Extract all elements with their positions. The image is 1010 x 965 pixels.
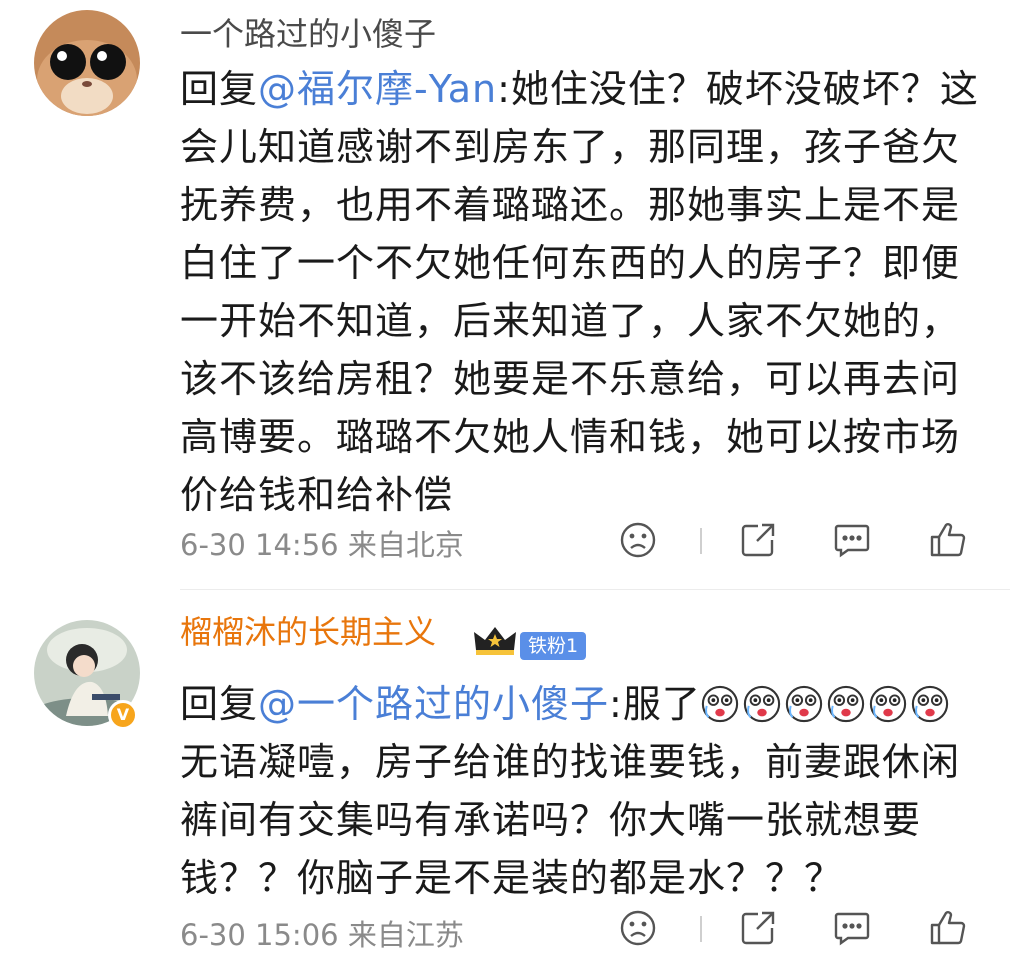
- mention-link[interactable]: @一个路过的小傻子: [258, 682, 609, 726]
- mention-link[interactable]: @福尔摩-Yan: [258, 67, 497, 111]
- comment-icon[interactable]: [832, 908, 872, 948]
- shocked-emoji-icon: [911, 681, 949, 723]
- reply-prefix: 回复: [180, 67, 259, 111]
- verified-badge-icon: V: [108, 700, 138, 730]
- shocked-emoji-icon: [785, 681, 823, 723]
- action-bar: [618, 908, 974, 948]
- comment-text: 回复@福尔摩-Yan:她住没住？破坏没破坏？这会儿知道感谢不到房东了，那同理，孩…: [180, 60, 980, 524]
- timestamp: 6-30 14:56: [180, 528, 339, 562]
- shocked-emoji-icon: [869, 681, 907, 723]
- shocked-emoji-icon: [827, 681, 865, 723]
- divider: [700, 528, 702, 554]
- share-icon[interactable]: [738, 908, 778, 948]
- timestamp: 6-30 15:06: [180, 918, 339, 952]
- avatar-cat[interactable]: [34, 10, 140, 116]
- fan-badge: 铁粉1: [520, 632, 587, 660]
- like-icon[interactable]: [928, 520, 968, 560]
- crown-icon: [472, 624, 518, 656]
- location: 来自北京: [347, 528, 464, 562]
- comment-meta: 6-30 14:56 来自北京: [180, 522, 464, 564]
- dislike-icon[interactable]: [618, 520, 658, 560]
- username[interactable]: 榴榴沐的长期主义: [180, 612, 436, 652]
- action-bar: [618, 520, 974, 560]
- comment-body-start: :服了: [609, 682, 701, 726]
- username[interactable]: 一个路过的小傻子: [180, 14, 436, 54]
- comment-meta: 6-30 15:06 来自江苏: [180, 912, 464, 954]
- comment-2: V 榴榴沐的长期主义 铁粉1 回复@一个路过的小傻子:服了无语凝噎，房子给谁的找…: [0, 590, 1010, 965]
- comment-icon[interactable]: [832, 520, 872, 560]
- comment-body-end: 无语凝噎，房子给谁的找谁要钱，前妻跟休闲裤间有交集吗有承诺吗？你大嘴一张就想要钱…: [180, 740, 961, 900]
- emoji-group: [701, 682, 953, 726]
- reply-prefix: 回复: [180, 682, 259, 726]
- shocked-emoji-icon: [701, 681, 739, 723]
- comment-body: :她住没住？破坏没破坏？这会儿知道感谢不到房东了，那同理，孩子爸欠抚养费，也用不…: [180, 67, 979, 517]
- comment-text: 回复@一个路过的小傻子:服了无语凝噎，房子给谁的找谁要钱，前妻跟休闲裤间有交集吗…: [180, 675, 980, 907]
- dislike-icon[interactable]: [618, 908, 658, 948]
- share-icon[interactable]: [738, 520, 778, 560]
- comment-1: 一个路过的小傻子 回复@福尔摩-Yan:她住没住？破坏没破坏？这会儿知道感谢不到…: [0, 0, 1010, 590]
- location: 来自江苏: [347, 918, 464, 952]
- shocked-emoji-icon: [743, 681, 781, 723]
- like-icon[interactable]: [928, 908, 968, 948]
- divider: [700, 916, 702, 942]
